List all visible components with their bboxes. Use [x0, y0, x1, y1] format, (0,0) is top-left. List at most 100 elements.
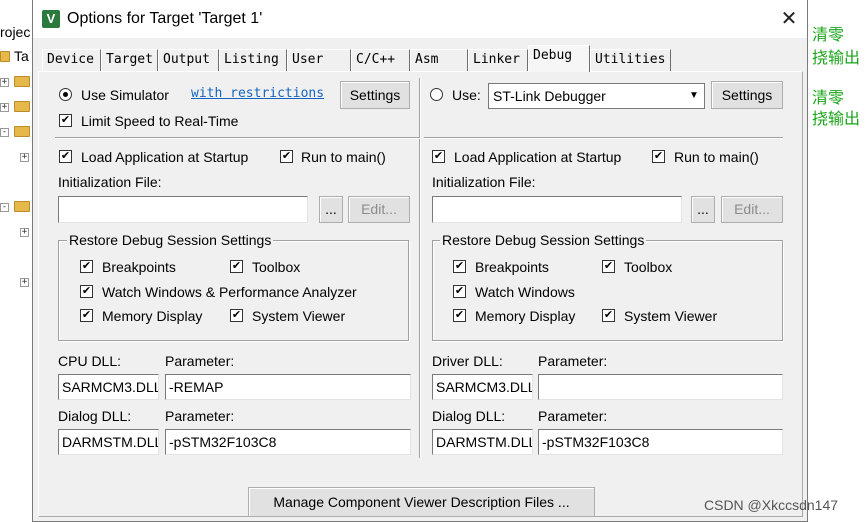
project-label: rojec: [0, 24, 31, 40]
output-panel: 清零 挠输出 清零 挠输出: [807, 0, 868, 522]
breakpoints-label[interactable]: Breakpoints: [475, 259, 549, 275]
tab-cpp[interactable]: C/C++: [351, 49, 410, 71]
chevron-down-icon[interactable]: ▼: [684, 84, 704, 108]
run-to-main-checkbox[interactable]: ✔: [652, 150, 665, 163]
dialog-parameter-label: Parameter:: [538, 408, 608, 424]
folder-icon: [14, 76, 30, 87]
init-file-edit-button[interactable]: Edit...: [348, 196, 410, 223]
breakpoints-checkbox[interactable]: ✔: [453, 260, 466, 273]
dialog-dll-label: Dialog DLL:: [58, 408, 132, 424]
options-dialog: V Options for Target 'Target 1' ✕ Device…: [32, 0, 808, 522]
dialog-dll-field[interactable]: DARMSTM.DLL: [58, 429, 159, 455]
run-to-main-checkbox[interactable]: ✔: [280, 150, 293, 163]
run-to-main-label[interactable]: Run to main(): [674, 149, 759, 165]
memory-display-checkbox[interactable]: ✔: [80, 309, 93, 322]
memory-display-label[interactable]: Memory Display: [102, 308, 202, 324]
folder-open-icon: [14, 126, 30, 137]
target-folder-icon: [0, 51, 10, 62]
toolbox-checkbox[interactable]: ✔: [602, 260, 615, 273]
init-file-label: Initialization File:: [58, 174, 162, 190]
debugger-settings-button[interactable]: Settings: [711, 81, 783, 109]
expander-plus-icon[interactable]: +: [20, 153, 29, 162]
with-restrictions-link[interactable]: with restrictions: [191, 86, 324, 101]
right-separator: [424, 137, 783, 139]
vertical-divider: [419, 78, 421, 458]
watch-windows-label[interactable]: Watch Windows: [475, 284, 575, 300]
driver-dll-field[interactable]: SARMCM3.DLL: [432, 374, 533, 400]
tab-target[interactable]: Target: [101, 49, 158, 71]
cpu-parameter-field[interactable]: -REMAP: [165, 374, 411, 400]
dialog-parameter-label: Parameter:: [165, 408, 235, 424]
tab-user[interactable]: User: [287, 49, 351, 71]
system-viewer-checkbox[interactable]: ✔: [230, 309, 243, 322]
system-viewer-checkbox[interactable]: ✔: [602, 309, 615, 322]
dialog-dll-field[interactable]: DARMSTM.DLL: [432, 429, 533, 455]
watch-windows-checkbox[interactable]: ✔: [80, 285, 93, 298]
expander-minus-icon[interactable]: -: [0, 203, 9, 212]
use-simulator-radio[interactable]: [59, 88, 72, 101]
dialog-parameter-field[interactable]: -pSTM32F103C8: [538, 429, 783, 455]
tab-linker[interactable]: Linker: [468, 49, 528, 71]
simulator-settings-button[interactable]: Settings: [340, 81, 410, 109]
expander-plus-icon[interactable]: +: [0, 103, 9, 112]
driver-dll-label: Driver DLL:: [432, 353, 503, 369]
watermark-text: CSDN @Xkccsdn147: [704, 497, 839, 513]
load-app-label[interactable]: Load Application at Startup: [81, 149, 248, 165]
tab-output[interactable]: Output: [158, 49, 219, 71]
use-debugger-radio[interactable]: [430, 88, 443, 101]
use-simulator-label[interactable]: Use Simulator: [81, 87, 169, 103]
watch-windows-checkbox[interactable]: ✔: [453, 285, 466, 298]
keil-app-icon: V: [42, 10, 60, 28]
cpu-parameter-label: Parameter:: [165, 353, 235, 369]
toolbox-checkbox[interactable]: ✔: [230, 260, 243, 273]
manage-component-viewer-button[interactable]: Manage Component Viewer Description File…: [248, 487, 595, 517]
system-viewer-label[interactable]: System Viewer: [624, 308, 717, 324]
toolbox-label[interactable]: Toolbox: [252, 259, 300, 275]
title-bar[interactable]: V Options for Target 'Target 1' ✕: [33, 0, 807, 38]
init-file-input[interactable]: [58, 196, 308, 223]
breakpoints-label[interactable]: Breakpoints: [102, 259, 176, 275]
run-to-main-label[interactable]: Run to main(): [301, 149, 386, 165]
init-file-edit-button[interactable]: Edit...: [721, 196, 783, 223]
load-app-label[interactable]: Load Application at Startup: [454, 149, 621, 165]
watch-windows-label[interactable]: Watch Windows & Performance Analyzer: [102, 284, 357, 300]
tab-utilities[interactable]: Utilities: [590, 49, 671, 71]
cpu-dll-field[interactable]: SARMCM3.DLL: [58, 374, 159, 400]
debugger-select[interactable]: ST-Link Debugger ▼: [488, 83, 705, 109]
system-viewer-label[interactable]: System Viewer: [252, 308, 345, 324]
memory-display-label[interactable]: Memory Display: [475, 308, 575, 324]
tab-asm[interactable]: Asm: [410, 49, 468, 71]
limit-speed-label[interactable]: Limit Speed to Real-Time: [81, 113, 238, 129]
memory-display-checkbox[interactable]: ✔: [453, 309, 466, 322]
expander-plus-icon[interactable]: +: [0, 78, 9, 87]
init-file-label: Initialization File:: [432, 174, 536, 190]
breakpoints-checkbox[interactable]: ✔: [80, 260, 93, 273]
init-file-browse-button[interactable]: ...: [319, 196, 343, 223]
restore-settings-title: Restore Debug Session Settings: [440, 232, 647, 248]
limit-speed-checkbox[interactable]: ✔: [59, 114, 72, 127]
close-icon[interactable]: ✕: [771, 4, 807, 34]
folder-open-icon: [14, 201, 30, 212]
tab-listing[interactable]: Listing: [219, 49, 287, 71]
load-app-checkbox[interactable]: ✔: [432, 150, 445, 163]
tab-debug[interactable]: Debug: [528, 45, 590, 72]
dialog-title: Options for Target 'Target 1': [67, 10, 263, 27]
expander-minus-icon[interactable]: -: [0, 128, 9, 137]
output-line: 挠输出: [812, 109, 861, 128]
expander-plus-icon[interactable]: +: [20, 278, 29, 287]
dialog-parameter-field[interactable]: -pSTM32F103C8: [165, 429, 411, 455]
expander-plus-icon[interactable]: +: [20, 228, 29, 237]
load-app-checkbox[interactable]: ✔: [59, 150, 72, 163]
debugger-select-value: ST-Link Debugger: [493, 88, 606, 104]
init-file-browse-button[interactable]: ...: [691, 196, 715, 223]
cpu-dll-label: CPU DLL:: [58, 353, 122, 369]
init-file-input[interactable]: [432, 196, 682, 223]
tab-device[interactable]: Device: [42, 49, 101, 71]
project-tree-panel: rojec Ta + + - + - + +: [0, 0, 34, 522]
target-label[interactable]: Ta: [14, 48, 29, 64]
use-label[interactable]: Use:: [452, 87, 481, 103]
toolbox-label[interactable]: Toolbox: [624, 259, 672, 275]
dialog-dll-label: Dialog DLL:: [432, 408, 506, 424]
driver-parameter-field[interactable]: [538, 374, 783, 400]
folder-icon: [14, 101, 30, 112]
